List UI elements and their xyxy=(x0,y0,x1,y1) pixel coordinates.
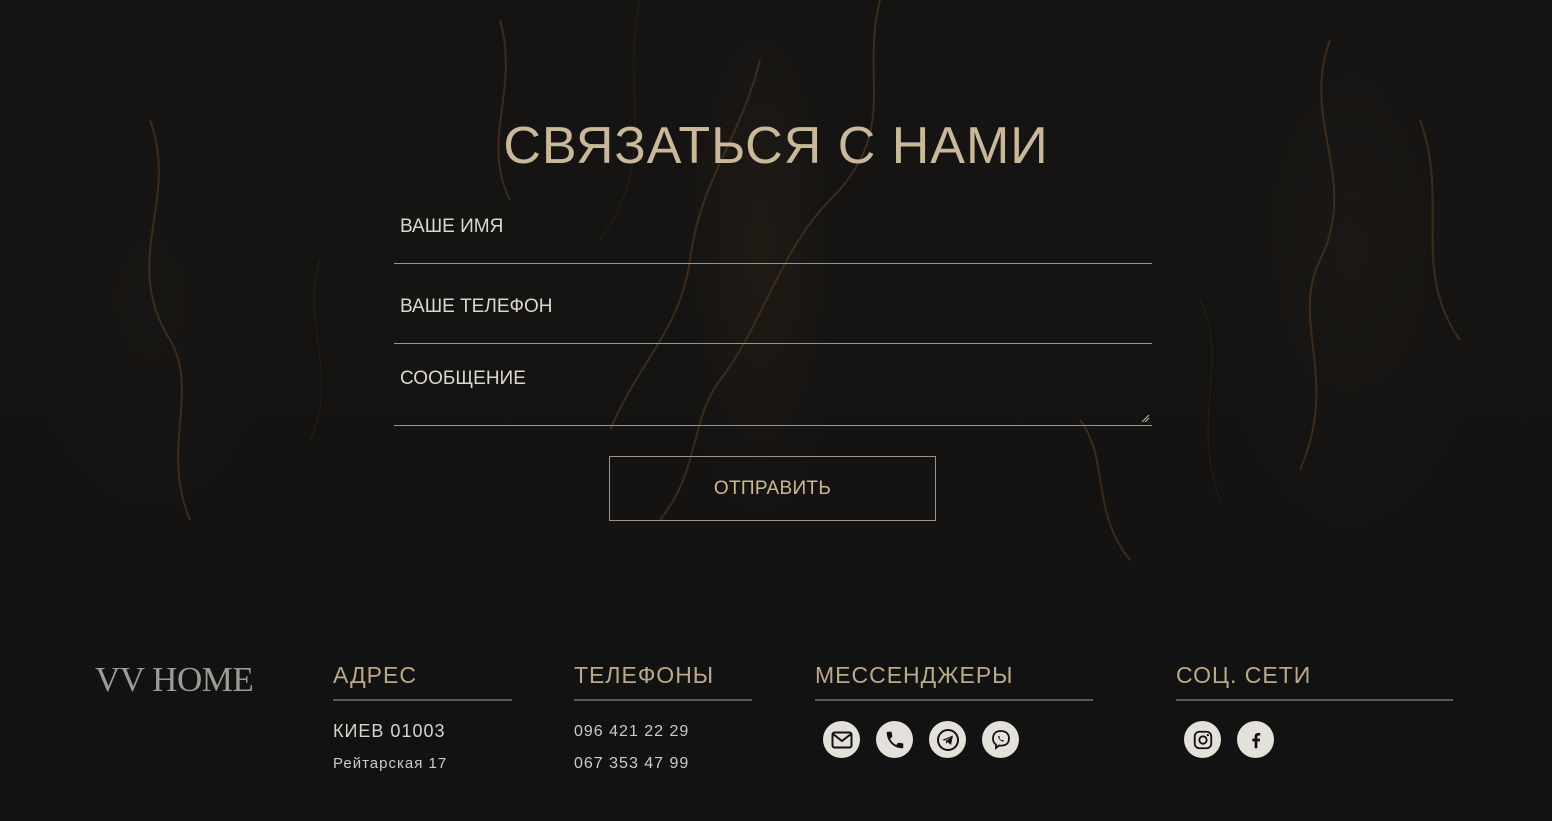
message-textarea[interactable] xyxy=(394,364,1152,422)
email-icon[interactable] xyxy=(823,721,860,758)
viber-icon[interactable] xyxy=(982,721,1019,758)
social-heading: СОЦ. СЕТИ xyxy=(1176,662,1453,701)
address-street: Рейтарская 17 xyxy=(333,755,448,772)
page-title: СВЯЗАТЬСЯ С НАМИ xyxy=(503,117,1049,175)
brand-logo[interactable]: VV HOME xyxy=(95,660,254,700)
facebook-icon[interactable] xyxy=(1237,721,1274,758)
telegram-icon[interactable] xyxy=(929,721,966,758)
social-column: СОЦ. СЕТИ xyxy=(1176,662,1453,758)
messengers-column: МЕССЕНДЖЕРЫ xyxy=(815,662,1093,758)
address-city: КИЕВ 01003 xyxy=(333,721,446,741)
phone-input[interactable] xyxy=(394,292,1152,322)
phone-field-wrapper xyxy=(394,292,1152,344)
phone-number-2[interactable]: 067 353 47 99 xyxy=(574,755,752,773)
resize-handle-icon[interactable] xyxy=(1141,414,1150,423)
phones-heading: ТЕЛЕФОНЫ xyxy=(574,662,752,701)
address-heading: АДРЕС xyxy=(333,662,512,701)
phones-column: ТЕЛЕФОНЫ 096 421 22 29 067 353 47 99 xyxy=(574,662,752,773)
submit-button[interactable]: ОТПРАВИТЬ xyxy=(609,456,936,521)
address-column: АДРЕС КИЕВ 01003 Рейтарская 17 xyxy=(333,662,512,772)
phone-icon[interactable] xyxy=(876,721,913,758)
instagram-icon[interactable] xyxy=(1184,721,1221,758)
name-input[interactable] xyxy=(394,212,1152,242)
phone-number-1[interactable]: 096 421 22 29 xyxy=(574,723,752,741)
messengers-heading: МЕССЕНДЖЕРЫ xyxy=(815,662,1093,701)
message-field-wrapper xyxy=(394,364,1152,426)
name-field-wrapper xyxy=(394,212,1152,264)
contact-section: СВЯЗАТЬСЯ С НАМИ ОТПРАВИТЬ xyxy=(0,0,1552,575)
